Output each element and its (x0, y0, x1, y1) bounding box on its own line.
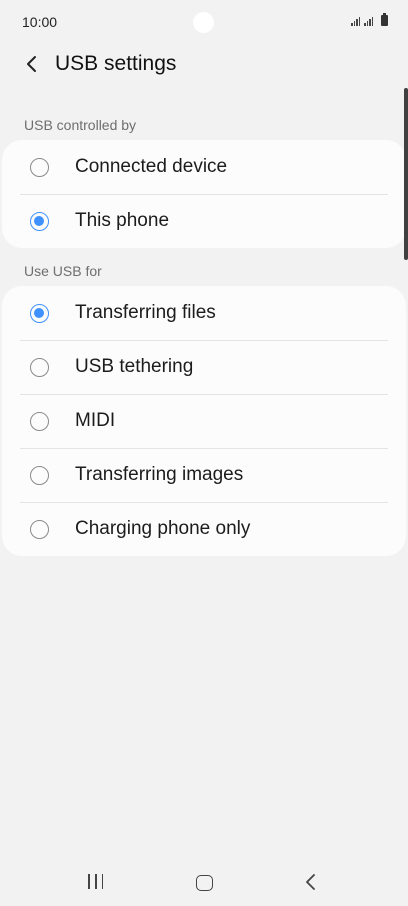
camera-cutout (193, 12, 214, 33)
navigation-bar (0, 858, 408, 906)
signal-icon (364, 16, 373, 26)
option-label: This phone (75, 210, 170, 231)
signal-icon (351, 16, 360, 26)
radio-button[interactable] (30, 411, 49, 431)
section-label-controlled-by: USB controlled by (24, 117, 137, 133)
status-time: 10:00 (22, 14, 58, 30)
radio-button-selected[interactable] (30, 211, 49, 231)
battery-icon (381, 13, 388, 26)
option-label: Transferring images (75, 464, 244, 485)
section-label-use-usb-for: Use USB for (24, 263, 102, 279)
radio-button[interactable] (30, 157, 49, 177)
option-label: USB tethering (75, 356, 194, 377)
option-usb-tethering[interactable]: USB tethering (2, 340, 406, 394)
status-bar: 10:00 (0, 0, 408, 46)
recents-icon[interactable] (88, 874, 104, 889)
option-transferring-files[interactable]: Transferring files (2, 286, 406, 340)
option-label: Transferring files (75, 302, 216, 323)
radio-button[interactable] (30, 519, 49, 539)
radio-button-selected[interactable] (30, 303, 49, 323)
option-midi[interactable]: MIDI (2, 394, 406, 448)
radio-button[interactable] (30, 357, 49, 377)
chevron-left-icon (27, 56, 36, 72)
page-title: USB settings (55, 52, 177, 75)
card-controlled-by: Connected device This phone (2, 140, 406, 248)
option-charging-phone-only[interactable]: Charging phone only (2, 502, 406, 556)
option-label: MIDI (75, 410, 116, 431)
option-label: Charging phone only (75, 518, 251, 539)
back-button[interactable] (18, 50, 46, 78)
option-transferring-images[interactable]: Transferring images (2, 448, 406, 502)
card-use-usb-for: Transferring files USB tethering MIDI Tr… (2, 286, 406, 556)
back-icon[interactable] (302, 872, 318, 892)
home-icon[interactable] (196, 875, 213, 891)
radio-button[interactable] (30, 465, 49, 485)
option-connected-device[interactable]: Connected device (2, 140, 406, 194)
app-header: USB settings (0, 44, 408, 88)
status-icons (351, 13, 388, 26)
scrollbar[interactable] (404, 88, 408, 260)
option-this-phone[interactable]: This phone (2, 194, 406, 248)
option-label: Connected device (75, 156, 228, 177)
